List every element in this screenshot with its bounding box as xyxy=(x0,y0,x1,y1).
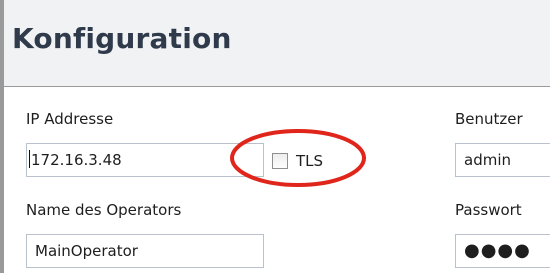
operator-name-label: Name des Operators xyxy=(26,201,182,219)
password-label: Passwort xyxy=(455,201,522,219)
password-field[interactable]: ●●●● xyxy=(455,234,550,268)
ip-address-value: 172.16.3.48 xyxy=(31,151,122,169)
header-divider xyxy=(4,86,550,87)
highlight-ellipse xyxy=(230,129,366,187)
text-caret xyxy=(29,150,30,168)
user-label: Benutzer xyxy=(455,110,523,128)
page-title: Konfiguration xyxy=(12,22,232,55)
user-field[interactable]: admin xyxy=(455,143,550,177)
ip-address-label: IP Addresse xyxy=(26,110,114,128)
operator-name-field[interactable]: MainOperator xyxy=(26,234,264,268)
header-area: Konfiguration xyxy=(4,0,550,86)
